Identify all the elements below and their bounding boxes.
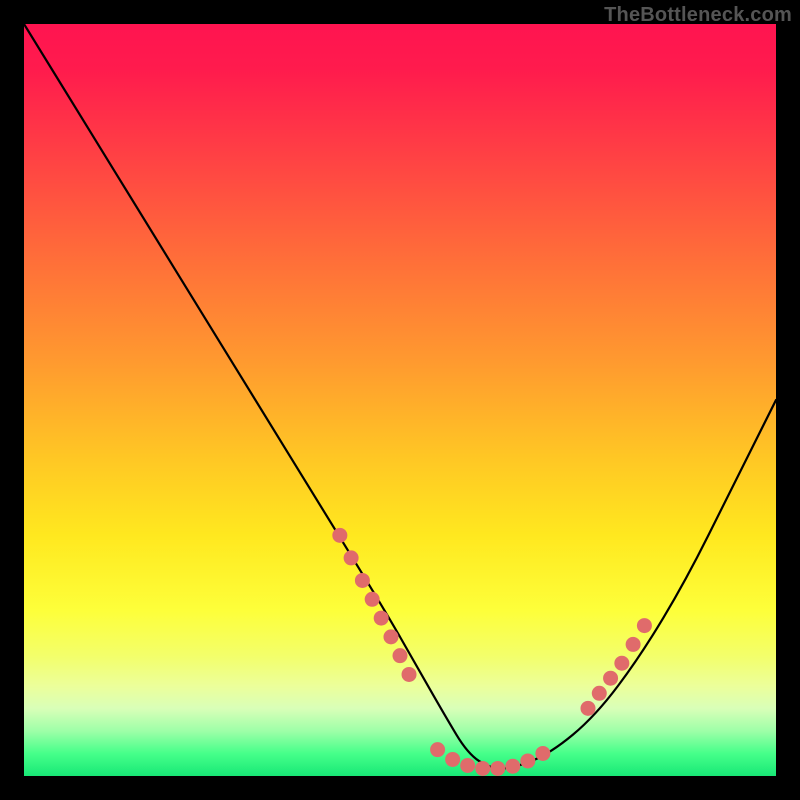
data-point [374,611,389,626]
data-point [490,761,505,776]
data-point [626,637,641,652]
data-point [581,701,596,716]
right-cluster [581,618,652,716]
data-point [614,656,629,671]
outer-frame: TheBottleneck.com [0,0,800,800]
data-point [603,671,618,686]
data-point [535,746,550,761]
data-point [430,742,445,757]
data-point [520,753,535,768]
data-point [505,759,520,774]
chart-svg [24,24,776,776]
data-point [332,528,347,543]
data-point [637,618,652,633]
data-point [383,629,398,644]
left-cluster [332,528,416,682]
data-point [344,550,359,565]
plot-area [24,24,776,776]
data-point [402,667,417,682]
data-point [365,592,380,607]
data-point [592,686,607,701]
data-point [355,573,370,588]
bottom-cluster [430,742,550,776]
watermark-text: TheBottleneck.com [604,4,792,27]
data-point [393,648,408,663]
data-point [475,761,490,776]
data-point [460,758,475,773]
data-point [445,752,460,767]
